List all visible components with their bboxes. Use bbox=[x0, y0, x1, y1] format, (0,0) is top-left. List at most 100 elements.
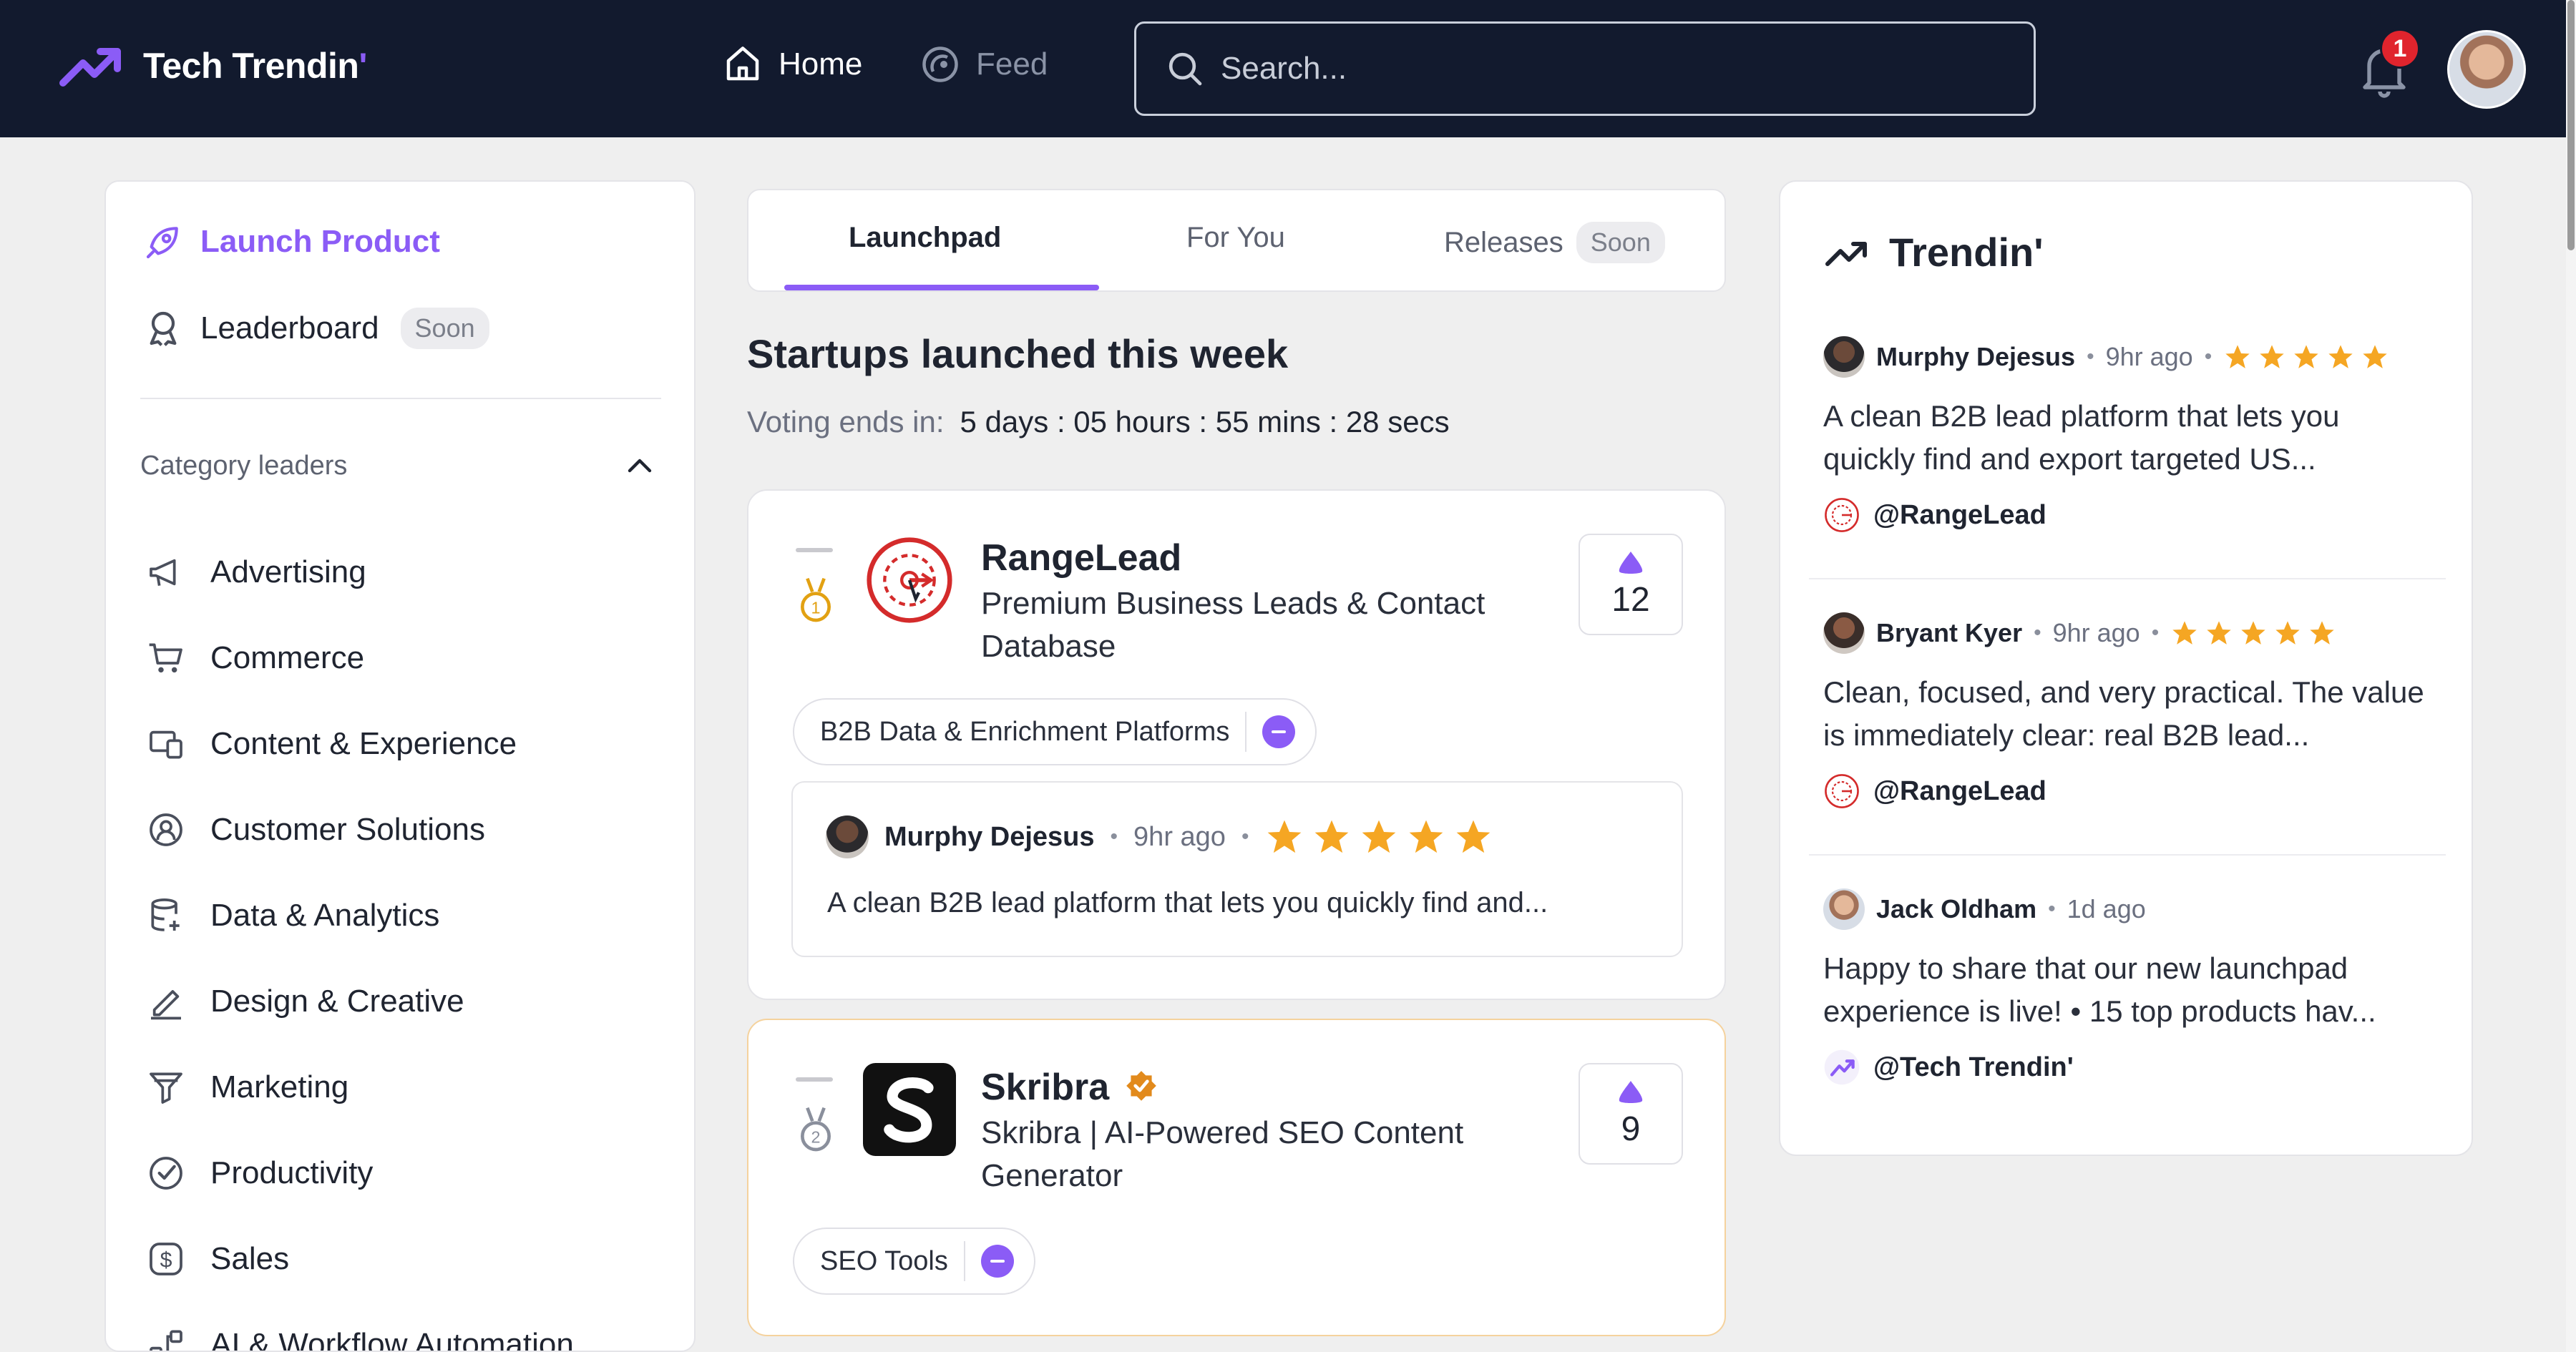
funnel-icon bbox=[150, 1072, 182, 1104]
category-label: Design & Creative bbox=[210, 984, 464, 1019]
tab-for-you[interactable]: For You bbox=[1186, 222, 1285, 254]
tab-launchpad[interactable]: Launchpad bbox=[849, 222, 1001, 254]
tag-label: B2B Data & Enrichment Platforms bbox=[820, 716, 1230, 747]
tab-releases-label: Releases bbox=[1444, 226, 1563, 258]
category-data-analytics[interactable]: Data & Analytics bbox=[146, 896, 439, 936]
trending-text: Happy to share that our new launchpad ex… bbox=[1823, 951, 2376, 1028]
category-label: Commerce bbox=[210, 640, 365, 675]
feed-tabs: Launchpad For You Releases Soon bbox=[747, 189, 1726, 292]
category-marketing[interactable]: Marketing bbox=[146, 1067, 348, 1107]
category-design-creative[interactable]: Design & Creative bbox=[146, 981, 464, 1022]
tag-label: SEO Tools bbox=[820, 1245, 948, 1276]
review-preview[interactable]: Murphy Dejesus • 9hr ago • A clean B2B l… bbox=[791, 781, 1683, 957]
logo[interactable]: Tech Trendin' bbox=[57, 40, 367, 92]
launch-product-label: Launch Product bbox=[200, 224, 440, 259]
user-avatar[interactable] bbox=[2447, 30, 2526, 109]
page-scrollbar-thumb[interactable] bbox=[2567, 0, 2575, 250]
devices-icon bbox=[150, 730, 182, 759]
product-name[interactable]: RangeLead bbox=[981, 537, 1181, 579]
category-content-experience[interactable]: Content & Experience bbox=[146, 724, 517, 764]
category-label: Marketing bbox=[210, 1069, 349, 1104]
search-input[interactable] bbox=[1221, 51, 2008, 87]
category-advertising[interactable]: Advertising bbox=[146, 552, 366, 592]
category-label: Customer Solutions bbox=[210, 812, 485, 847]
search-bar[interactable] bbox=[1134, 21, 2036, 116]
category-customer-solutions[interactable]: Customer Solutions bbox=[146, 810, 485, 850]
vote-count: 9 bbox=[1621, 1109, 1641, 1148]
review-header: Murphy Dejesus • 9hr ago • bbox=[826, 815, 1493, 858]
chevron-up-icon[interactable] bbox=[623, 449, 657, 484]
trending-divider bbox=[1809, 854, 2446, 856]
handle-text: @RangeLead bbox=[1873, 775, 2046, 806]
category-sales[interactable]: $ Sales bbox=[146, 1239, 289, 1279]
voting-timer: 5 days : 05 hours : 55 mins : 28 secs bbox=[960, 405, 1450, 439]
star-icon bbox=[2172, 621, 2197, 645]
svg-text:$: $ bbox=[160, 1249, 172, 1273]
trending-item-header: Bryant Kyer • 9hr ago • bbox=[1823, 612, 2453, 654]
rank-change-indicator bbox=[796, 1077, 833, 1082]
author-name[interactable]: Murphy Dejesus bbox=[1876, 342, 2075, 372]
trending-item[interactable]: Murphy Dejesus • 9hr ago • A clean B2B l… bbox=[1823, 336, 2453, 534]
database-icon bbox=[151, 898, 180, 931]
category-label: Content & Experience bbox=[210, 726, 517, 761]
star-icon bbox=[1315, 820, 1349, 853]
vote-count: 12 bbox=[1611, 580, 1650, 619]
tab-releases[interactable]: Releases Soon bbox=[1444, 222, 1665, 263]
remove-tag-icon[interactable] bbox=[980, 1245, 1014, 1278]
category-label: Data & Analytics bbox=[210, 898, 440, 933]
trending-item[interactable]: Jack Oldham • 1d ago Happy to share that… bbox=[1823, 888, 2453, 1086]
notification-badge: 1 bbox=[2380, 29, 2420, 69]
rangelead-logo-icon bbox=[1825, 774, 1859, 808]
logo-text: Tech Trendin' bbox=[143, 46, 367, 86]
trending-text: Clean, focused, and very practical. The … bbox=[1823, 675, 2424, 752]
author-name[interactable]: Jack Oldham bbox=[1876, 894, 2036, 924]
category-tag[interactable]: SEO Tools bbox=[793, 1228, 1035, 1295]
upvote-button[interactable]: 12 bbox=[1579, 534, 1683, 635]
author-name[interactable]: Bryant Kyer bbox=[1876, 618, 2022, 648]
separator-dot: • bbox=[2151, 621, 2160, 645]
category-commerce[interactable]: Commerce bbox=[146, 638, 364, 678]
category-leaders-title: Category leaders bbox=[140, 451, 348, 481]
product-name[interactable]: Skribra bbox=[981, 1066, 1159, 1109]
launch-product-link[interactable]: Launch Product bbox=[143, 222, 440, 262]
workflow-icon bbox=[150, 1330, 182, 1351]
home-icon bbox=[726, 46, 759, 81]
tech-trendin-logo-icon bbox=[1824, 1049, 1860, 1085]
trending-item[interactable]: Bryant Kyer • 9hr ago • Clean, focused, … bbox=[1823, 612, 2453, 810]
star-rating bbox=[1264, 817, 1493, 857]
nav-feed[interactable]: Feed bbox=[919, 43, 1048, 86]
feed-icon bbox=[922, 46, 958, 82]
star-icon bbox=[2294, 345, 2318, 368]
check-circle-icon bbox=[150, 1157, 182, 1190]
nav-home[interactable]: Home bbox=[721, 43, 862, 86]
product-card[interactable]: 1 RangeLead Premium Business Leads & Con… bbox=[747, 489, 1726, 1000]
cart-icon bbox=[149, 643, 182, 673]
star-icon bbox=[2328, 345, 2353, 368]
active-tab-indicator bbox=[784, 285, 1099, 290]
separator-dot: • bbox=[1110, 825, 1118, 848]
product-handle[interactable]: @RangeLead bbox=[1823, 496, 2453, 534]
star-icon bbox=[2310, 621, 2334, 645]
separator-dot: • bbox=[2204, 345, 2212, 368]
product-handle[interactable]: @RangeLead bbox=[1823, 773, 2453, 810]
trending-item-header: Jack Oldham • 1d ago bbox=[1823, 888, 2453, 930]
star-icon bbox=[2363, 345, 2387, 368]
leaderboard-link[interactable]: Leaderboard Soon bbox=[143, 308, 489, 349]
nav-feed-label: Feed bbox=[976, 46, 1048, 82]
gold-medal-icon: 1 bbox=[801, 577, 831, 622]
remove-tag-icon[interactable] bbox=[1262, 715, 1296, 748]
star-icon bbox=[2225, 345, 2250, 368]
upvote-button[interactable]: 9 bbox=[1579, 1063, 1683, 1165]
category-tag[interactable]: B2B Data & Enrichment Platforms bbox=[793, 698, 1317, 765]
product-card[interactable]: 2 Skribra Skribra | AI-Powered SEO Conte… bbox=[747, 1019, 1726, 1336]
post-time: 9hr ago bbox=[2105, 342, 2193, 371]
star-rating bbox=[2170, 619, 2336, 647]
category-ai-workflow[interactable]: AI & Workflow Automation bbox=[146, 1325, 574, 1352]
category-productivity[interactable]: Productivity bbox=[146, 1153, 373, 1193]
trending-title-text: Trendin' bbox=[1889, 230, 2044, 275]
product-handle[interactable]: @Tech Trendin' bbox=[1823, 1049, 2453, 1086]
category-label: Sales bbox=[210, 1241, 290, 1276]
category-label: AI & Workflow Automation bbox=[210, 1327, 574, 1352]
megaphone-icon bbox=[150, 559, 176, 586]
reviewer-name[interactable]: Murphy Dejesus bbox=[884, 822, 1095, 853]
